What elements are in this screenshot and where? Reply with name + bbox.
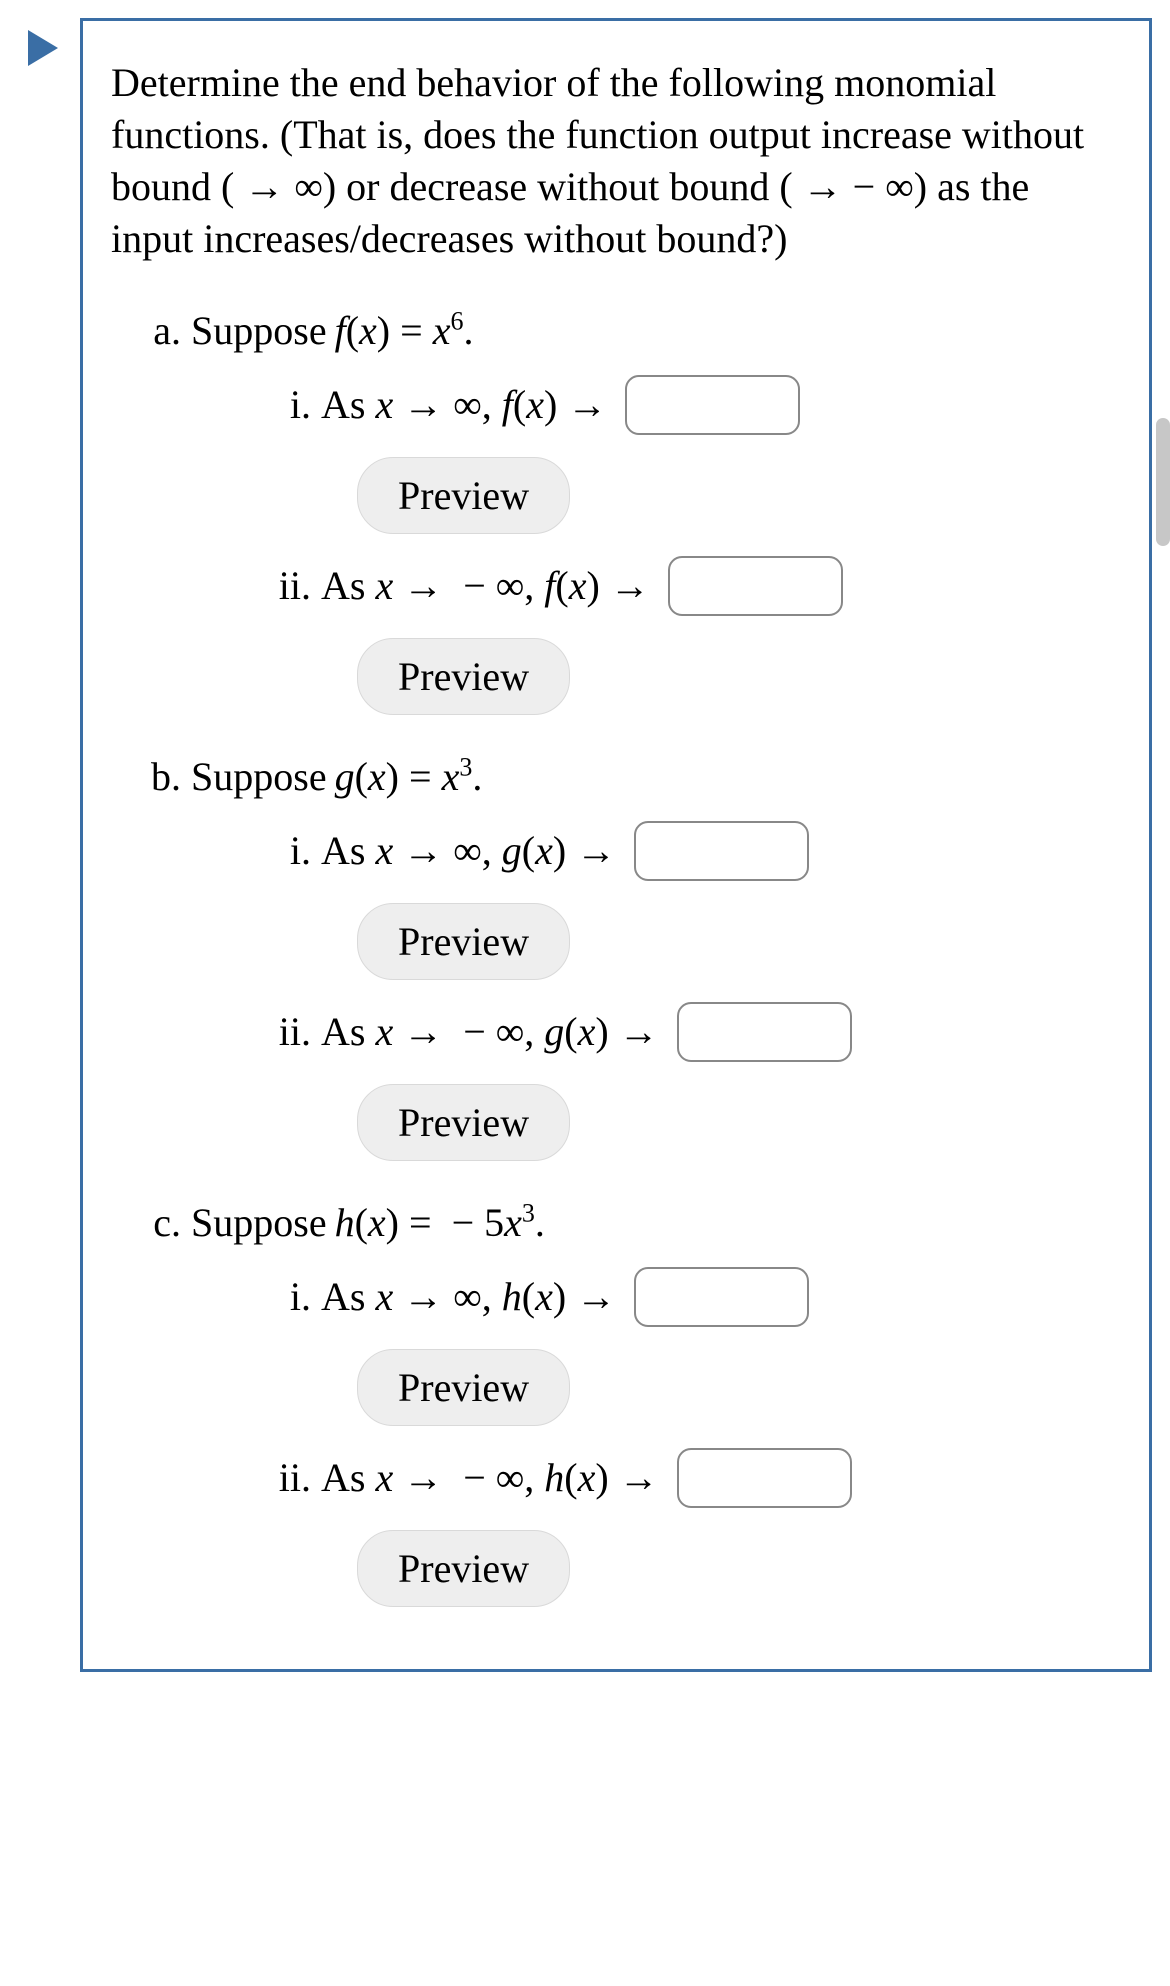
part-b-prefix: Suppose [191, 751, 327, 803]
part-b-prompt: Suppose g(x) = x3. [191, 751, 1121, 803]
part-a-i-line: As x → ∞, f(x) → [321, 375, 1121, 435]
question-intro: Determine the end behavior of the follow… [111, 57, 1121, 265]
part-c-equation: h(x) = − 5x3. [335, 1197, 545, 1249]
preview-button[interactable]: Preview [357, 1084, 570, 1161]
coef: − 5 [452, 1200, 505, 1245]
part-a-prompt: Suppose f(x) = x6. [191, 305, 1121, 357]
part-b-i: As x → ∞, g(x) → Preview [321, 821, 1121, 980]
part-b-ii-line: As x → − ∞, g(x) → [321, 1002, 1121, 1062]
preview-row: Preview [357, 1349, 1121, 1426]
part-a-ii-text: As x → − ∞, f(x) → [321, 560, 650, 612]
scrollbar-thumb[interactable] [1156, 418, 1170, 546]
part-a-subparts: As x → ∞, f(x) → Preview As x → − ∞, f(x… [191, 375, 1121, 715]
question-container: Determine the end behavior of the follow… [80, 18, 1152, 1672]
part-a-i-input[interactable] [625, 375, 800, 435]
parts-list: Suppose f(x) = x6. As x → ∞, f(x) → Prev… [111, 305, 1121, 1607]
var-x: x [359, 308, 377, 353]
part-c-ii-line: As x → − ∞, h(x) → [321, 1448, 1121, 1508]
fn-name: f [335, 308, 346, 353]
part-c-prompt: Suppose h(x) = − 5x3. [191, 1197, 1121, 1249]
part-c-i-input[interactable] [634, 1267, 809, 1327]
power: 3 [522, 1199, 535, 1228]
var-x: x [368, 754, 386, 799]
var-x: x [442, 754, 460, 799]
part-b-equation: g(x) = x3. [335, 751, 483, 803]
preview-button[interactable]: Preview [357, 638, 570, 715]
part-c: Suppose h(x) = − 5x3. As x → ∞, h(x) → P… [191, 1197, 1121, 1607]
preview-button[interactable]: Preview [357, 1530, 570, 1607]
part-b-ii-input[interactable] [677, 1002, 852, 1062]
preview-row: Preview [357, 903, 1121, 980]
part-b-i-line: As x → ∞, g(x) → [321, 821, 1121, 881]
part-c-prefix: Suppose [191, 1197, 327, 1249]
play-icon[interactable] [28, 30, 58, 66]
var-x: x [368, 1200, 386, 1245]
power: 6 [450, 307, 463, 336]
preview-button[interactable]: Preview [357, 457, 570, 534]
preview-row: Preview [357, 1530, 1121, 1607]
part-b-ii: As x → − ∞, g(x) → Preview [321, 1002, 1121, 1161]
part-c-subparts: As x → ∞, h(x) → Preview As x → − ∞, h(x… [191, 1267, 1121, 1607]
part-a-prefix: Suppose [191, 305, 327, 357]
var-x: x [433, 308, 451, 353]
part-a-i-text: As x → ∞, f(x) → [321, 379, 607, 431]
part-a: Suppose f(x) = x6. As x → ∞, f(x) → Prev… [191, 305, 1121, 715]
part-a-ii-line: As x → − ∞, f(x) → [321, 556, 1121, 616]
fn-name: g [335, 754, 355, 799]
part-b: Suppose g(x) = x3. As x → ∞, g(x) → Prev… [191, 751, 1121, 1161]
part-b-subparts: As x → ∞, g(x) → Preview As x → − ∞, g(x… [191, 821, 1121, 1161]
part-c-ii-input[interactable] [677, 1448, 852, 1508]
part-c-ii: As x → − ∞, h(x) → Preview [321, 1448, 1121, 1607]
part-c-i: As x → ∞, h(x) → Preview [321, 1267, 1121, 1426]
part-b-ii-text: As x → − ∞, g(x) → [321, 1006, 659, 1058]
part-a-ii: As x → − ∞, f(x) → Preview [321, 556, 1121, 715]
preview-button[interactable]: Preview [357, 903, 570, 980]
power: 3 [459, 753, 472, 782]
part-b-i-input[interactable] [634, 821, 809, 881]
page: Determine the end behavior of the follow… [0, 0, 1170, 1986]
var-x: x [504, 1200, 522, 1245]
preview-button[interactable]: Preview [357, 1349, 570, 1426]
part-c-i-line: As x → ∞, h(x) → [321, 1267, 1121, 1327]
part-b-i-text: As x → ∞, g(x) → [321, 825, 616, 877]
preview-row: Preview [357, 1084, 1121, 1161]
part-a-ii-input[interactable] [668, 556, 843, 616]
preview-row: Preview [357, 457, 1121, 534]
fn-name: h [335, 1200, 355, 1245]
part-c-ii-text: As x → − ∞, h(x) → [321, 1452, 659, 1504]
part-c-i-text: As x → ∞, h(x) → [321, 1271, 616, 1323]
preview-row: Preview [357, 638, 1121, 715]
part-a-equation: f(x) = x6. [335, 305, 474, 357]
part-a-i: As x → ∞, f(x) → Preview [321, 375, 1121, 534]
